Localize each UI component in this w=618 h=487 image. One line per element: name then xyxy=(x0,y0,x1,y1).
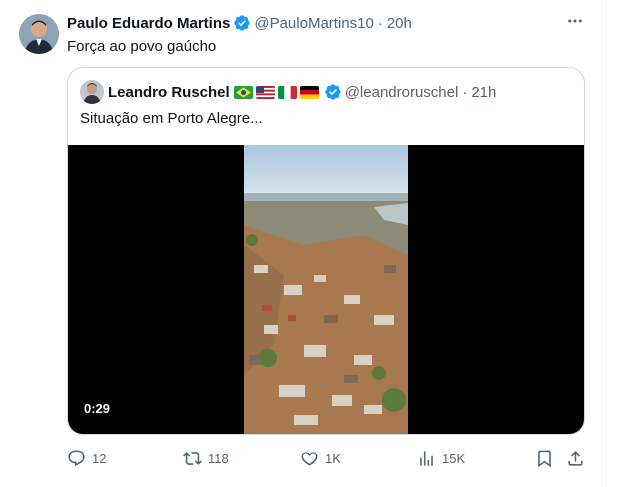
views-button[interactable]: 15K xyxy=(417,446,465,470)
usa-flag-icon xyxy=(255,85,275,99)
reply-icon xyxy=(67,449,92,468)
quoted-tweet[interactable]: Leandro Ruschel @leandroruschel · 21h Si… xyxy=(67,67,585,435)
reply-count: 12 xyxy=(92,450,107,466)
video-thumbnail xyxy=(244,145,408,434)
verified-badge-icon xyxy=(324,83,342,101)
quoted-tweet-time[interactable]: 21h xyxy=(471,84,496,101)
tweet-text: Força ao povo gaúcho xyxy=(67,38,217,55)
video-player[interactable]: 0:29 xyxy=(68,145,584,434)
germany-flag-icon xyxy=(299,85,319,99)
more-horizontal-icon xyxy=(566,12,584,35)
reply-button[interactable]: 12 xyxy=(67,446,106,470)
quoted-author-avatar[interactable] xyxy=(80,80,104,104)
quoted-tweet-text: Situação em Porto Alegre... xyxy=(80,110,263,127)
quoted-author-name[interactable]: Leandro Ruschel xyxy=(108,84,230,101)
share-icon xyxy=(566,449,585,468)
tweet-actions: 12 118 1K 15K xyxy=(67,446,587,470)
repost-button[interactable]: 118 xyxy=(183,446,229,470)
verified-badge-icon xyxy=(233,14,251,32)
bookmark-button[interactable] xyxy=(535,446,554,470)
more-options-button[interactable] xyxy=(560,12,590,34)
like-button[interactable]: 1K xyxy=(300,446,341,470)
video-duration: 0:29 xyxy=(78,399,117,418)
repost-count: 118 xyxy=(208,450,229,466)
italy-flag-icon xyxy=(277,85,297,99)
tweet-header: Paulo Eduardo Martins @PauloMartins10 · … xyxy=(67,13,412,33)
brazil-flag-icon xyxy=(233,85,253,99)
author-avatar[interactable] xyxy=(19,14,59,54)
separator-dot: · xyxy=(377,14,383,32)
separator-dot: · xyxy=(462,83,468,101)
share-button[interactable] xyxy=(566,446,585,470)
repost-icon xyxy=(183,449,208,468)
quoted-author-handle[interactable]: @leandroruschel xyxy=(345,84,459,101)
author-handle[interactable]: @PauloMartins10 xyxy=(254,15,373,32)
like-count: 1K xyxy=(325,450,341,466)
heart-icon xyxy=(300,449,325,468)
bookmark-icon xyxy=(535,449,554,468)
views-count: 15K xyxy=(442,450,466,466)
flag-emojis xyxy=(233,85,319,99)
quoted-tweet-header: Leandro Ruschel @leandroruschel · 21h xyxy=(108,82,496,102)
tweet-time[interactable]: 20h xyxy=(387,15,412,32)
tweet[interactable]: Paulo Eduardo Martins @PauloMartins10 · … xyxy=(0,0,602,487)
views-chart-icon xyxy=(417,449,442,468)
author-name[interactable]: Paulo Eduardo Martins xyxy=(67,15,230,32)
